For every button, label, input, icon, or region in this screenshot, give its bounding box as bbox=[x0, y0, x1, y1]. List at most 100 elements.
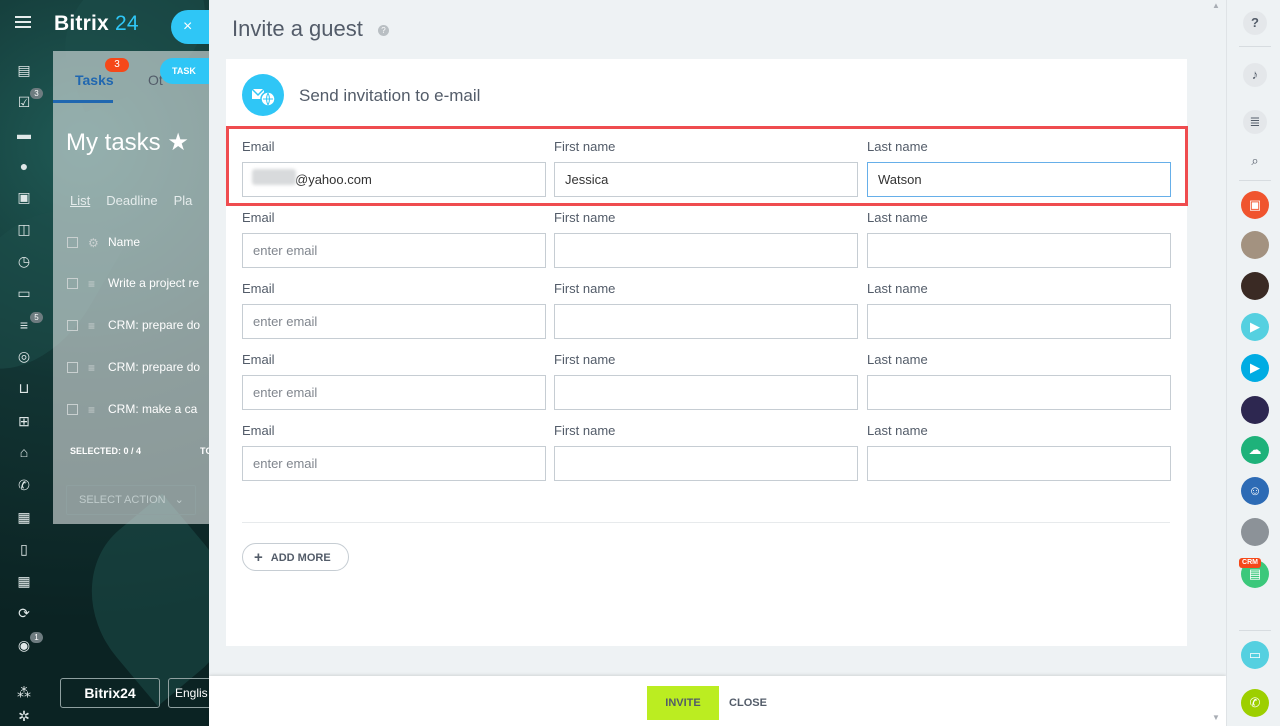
avatar[interactable] bbox=[1241, 231, 1269, 259]
sites-icon[interactable]: ◫ bbox=[15, 221, 33, 237]
help-icon[interactable]: ? bbox=[378, 25, 389, 36]
chat-bubble-icon[interactable]: ≣ bbox=[1243, 110, 1267, 134]
rail-separator bbox=[1239, 180, 1271, 181]
right-rail: ? ♪ ≣ ⌕ ▣ ▶ ▶ ☁ ☺ ▤ ▭ ✆ bbox=[1226, 0, 1280, 726]
last-name-label: Last name bbox=[867, 210, 928, 225]
rail-separator bbox=[1239, 46, 1271, 47]
calendar-icon[interactable]: ▭ bbox=[15, 285, 33, 301]
email-field[interactable] bbox=[242, 233, 546, 268]
select-action-dropdown[interactable]: SELECT ACTION ⌄ bbox=[66, 485, 196, 515]
email-label: Email bbox=[242, 139, 275, 154]
help-circle-icon[interactable]: ? bbox=[1243, 11, 1267, 35]
phone-call-icon[interactable]: ✆ bbox=[1241, 689, 1269, 717]
email-label: Email bbox=[242, 352, 275, 367]
avatar[interactable] bbox=[1241, 396, 1269, 424]
invite-row: Email First name Last name bbox=[242, 210, 1171, 274]
video-call-icon[interactable]: ▶ bbox=[1241, 354, 1269, 382]
first-name-field[interactable] bbox=[554, 233, 858, 268]
last-name-field[interactable] bbox=[867, 233, 1171, 268]
avatar[interactable] bbox=[1241, 518, 1269, 546]
last-name-field[interactable] bbox=[867, 446, 1171, 481]
close-slider-button[interactable]: × bbox=[171, 10, 211, 44]
video-call-icon[interactable]: ▶ bbox=[1241, 313, 1269, 341]
close-button[interactable]: CLOSE bbox=[725, 686, 771, 720]
invite-form-panel: Send invitation to e-mail Email First na… bbox=[226, 59, 1188, 646]
search-icon[interactable]: ⌕ bbox=[1241, 147, 1269, 175]
target-icon[interactable]: ◎ bbox=[15, 348, 33, 364]
lock-icon[interactable]: ▣ bbox=[1241, 191, 1269, 219]
table-header: ⚙ Name bbox=[53, 222, 209, 262]
invite-row: Email First name Last name bbox=[242, 139, 1171, 203]
sync-icon[interactable]: ⟳ bbox=[15, 605, 33, 621]
divider bbox=[242, 522, 1170, 523]
invite-row: Email First name Last name bbox=[242, 352, 1171, 416]
calendar-grid-icon[interactable]: ▦ bbox=[15, 573, 33, 589]
sitemap-icon[interactable]: ⁂ bbox=[15, 684, 33, 700]
email-label: Email bbox=[242, 210, 275, 225]
last-name-field[interactable] bbox=[867, 304, 1171, 339]
footer-brand-button[interactable]: Bitrix24 bbox=[60, 678, 160, 708]
cloud-icon[interactable]: ☁ bbox=[1241, 436, 1269, 464]
brand-logo[interactable]: Bitrix 24 bbox=[54, 12, 139, 36]
share-screen-icon[interactable]: ▭ bbox=[1241, 641, 1269, 669]
table-row[interactable]: ≡ CRM: make a ca bbox=[53, 389, 209, 429]
first-name-label: First name bbox=[554, 281, 616, 296]
first-name-label: First name bbox=[554, 210, 616, 225]
first-name-field[interactable] bbox=[554, 375, 858, 410]
selected-count: SELECTED: 0 / 4 bbox=[70, 446, 142, 456]
page-title: My tasks ★ bbox=[66, 129, 189, 156]
email-field[interactable] bbox=[242, 446, 546, 481]
filter-badge: 5 bbox=[30, 312, 43, 323]
first-name-field[interactable] bbox=[554, 446, 858, 481]
contacts-icon[interactable]: ▣ bbox=[15, 189, 33, 205]
scroll-down-arrow-icon[interactable]: ▼ bbox=[1210, 713, 1222, 723]
language-button[interactable]: Englis bbox=[168, 678, 209, 708]
table-row[interactable]: ≡ CRM: prepare do bbox=[53, 305, 209, 345]
subtab-deadline[interactable]: Deadline bbox=[106, 193, 157, 208]
settings-gear-icon[interactable]: ✲ bbox=[15, 708, 33, 724]
subtab-planner[interactable]: Pla bbox=[174, 193, 193, 208]
drive-icon[interactable]: ▦ bbox=[15, 509, 33, 525]
phone-icon[interactable]: ✆ bbox=[15, 477, 33, 493]
task-label-pill[interactable]: TASK bbox=[160, 58, 209, 84]
first-name-field[interactable] bbox=[554, 304, 858, 339]
chat-icon[interactable]: ▬ bbox=[15, 126, 33, 142]
tab-underline bbox=[53, 100, 113, 103]
rail-separator bbox=[1239, 630, 1271, 631]
invite-button[interactable]: INVITE bbox=[647, 686, 719, 720]
first-name-label: First name bbox=[554, 139, 616, 154]
document-icon[interactable]: ▯ bbox=[15, 541, 33, 557]
avatar[interactable] bbox=[1241, 272, 1269, 300]
invite-row: Email First name Last name bbox=[242, 281, 1171, 345]
email-field[interactable] bbox=[242, 375, 546, 410]
first-name-field[interactable] bbox=[554, 162, 858, 197]
clock-icon[interactable]: ◷ bbox=[15, 253, 33, 269]
leaf-decoration bbox=[54, 493, 209, 707]
last-name-label: Last name bbox=[867, 423, 928, 438]
employees-icon[interactable]: ● bbox=[15, 158, 33, 174]
last-name-field[interactable] bbox=[867, 162, 1171, 197]
notification-bell-icon[interactable]: ♪ bbox=[1243, 63, 1267, 87]
tasks-count-badge: 3 bbox=[105, 58, 129, 72]
group-chat-icon[interactable]: ☺ bbox=[1241, 477, 1269, 505]
first-name-label: First name bbox=[554, 352, 616, 367]
view-subtabs: List Deadline Pla bbox=[70, 193, 208, 208]
tasks-badge: 3 bbox=[30, 88, 43, 99]
background-app: ▤ ☑ 3 ▬ ● ▣ ◫ ◷ ▭ ≡ 5 ◎ ⊔ ⊞ ⌂ ✆ ▦ ▯ ▦ ⟳ … bbox=[0, 0, 209, 726]
bell-desk-icon[interactable]: ⌂ bbox=[15, 444, 33, 460]
menu-icon[interactable] bbox=[15, 16, 31, 28]
add-more-button[interactable]: + ADD MORE bbox=[242, 543, 349, 571]
last-name-label: Last name bbox=[867, 281, 928, 296]
table-row[interactable]: ≡ CRM: prepare do bbox=[53, 347, 209, 387]
apps-icon[interactable]: ⊞ bbox=[15, 413, 33, 429]
tab-tasks[interactable]: Tasks bbox=[75, 72, 114, 88]
email-field[interactable] bbox=[242, 304, 546, 339]
scroll-up-arrow-icon[interactable]: ▲ bbox=[1210, 1, 1222, 11]
plus-icon: + bbox=[254, 548, 263, 566]
slider-footer: INVITE CLOSE bbox=[209, 676, 1226, 726]
last-name-field[interactable] bbox=[867, 375, 1171, 410]
feed-icon[interactable]: ▤ bbox=[15, 62, 33, 78]
cart-icon[interactable]: ⊔ bbox=[15, 380, 33, 396]
subtab-list[interactable]: List bbox=[70, 193, 90, 208]
table-row[interactable]: ≡ Write a project re bbox=[53, 263, 209, 303]
